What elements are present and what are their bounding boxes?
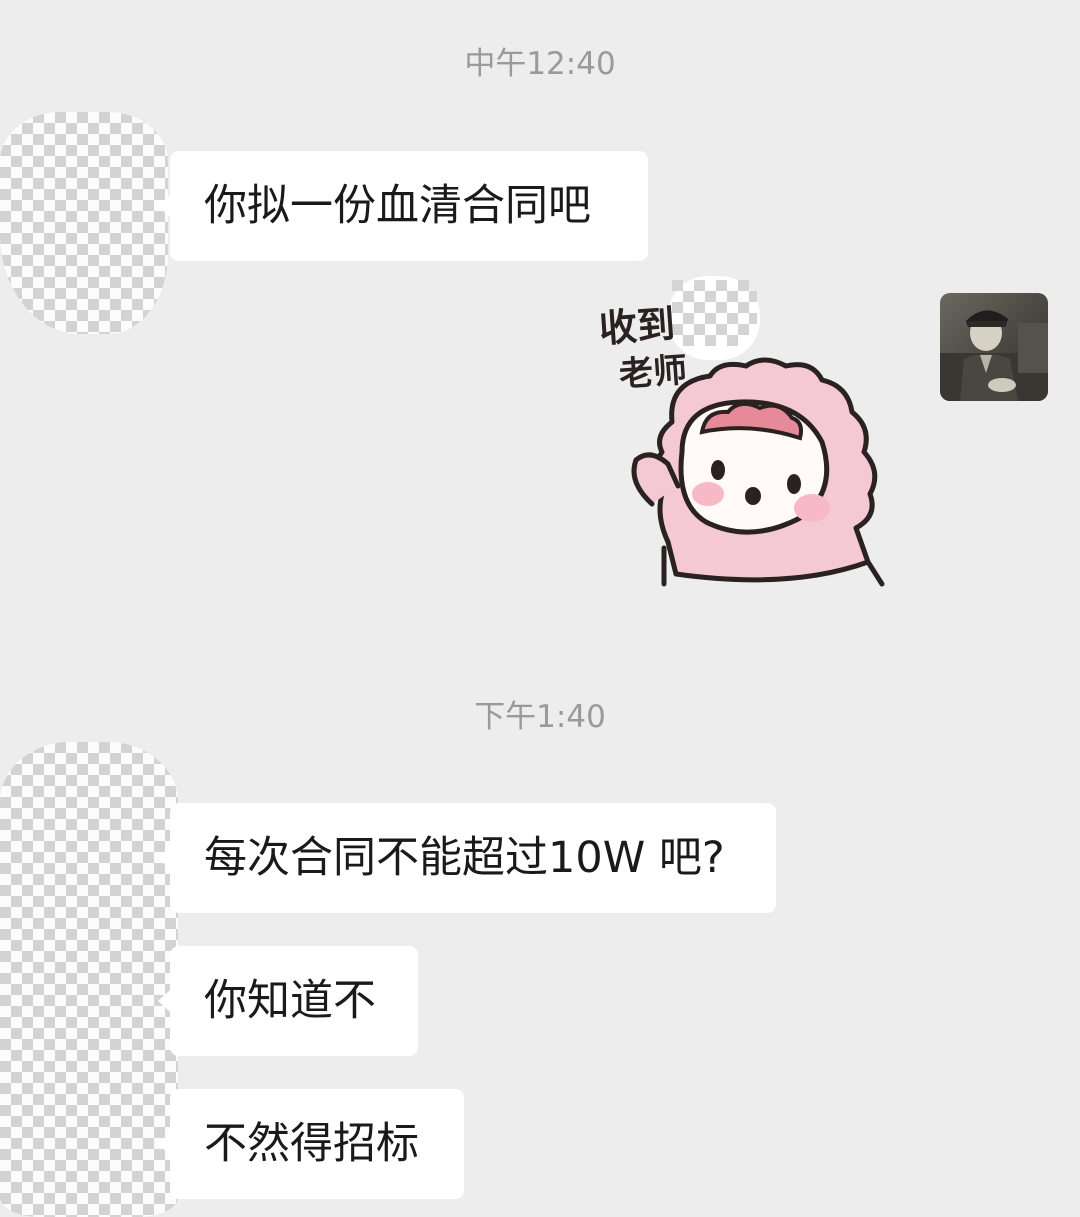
message-bubble[interactable]: 不然得招标 [158,1089,464,1199]
sheep-sticker-icon: 收到 老师 [598,276,885,587]
sticker-pink-sheep[interactable]: 收到 老师 [590,272,920,602]
message-text: 你知道不 [204,976,376,1026]
message-text: 你拟一份血清合同吧 [204,181,591,231]
message-bubble[interactable]: 你拟一份血清合同吧 [158,151,648,261]
message-bubble[interactable]: 你知道不 [158,946,418,1056]
message-text: 每次合同不能超过10W 吧? [204,833,725,883]
my-avatar[interactable] [940,293,1048,401]
timestamp-noon: 中午12:40 [464,46,616,82]
sender-avatar-masked[interactable] [0,112,168,334]
avatar-photo [940,293,1048,401]
message-text: 不然得招标 [204,1119,419,1169]
timestamp-afternoon: 下午1:40 [474,699,606,735]
message-bubble[interactable]: 每次合同不能超过10W 吧? [158,803,776,913]
sticker-text-line1: 收到 [598,302,677,351]
sender-avatar-masked[interactable] [0,742,178,1217]
sticker-text-line2: 老师 [618,350,689,395]
